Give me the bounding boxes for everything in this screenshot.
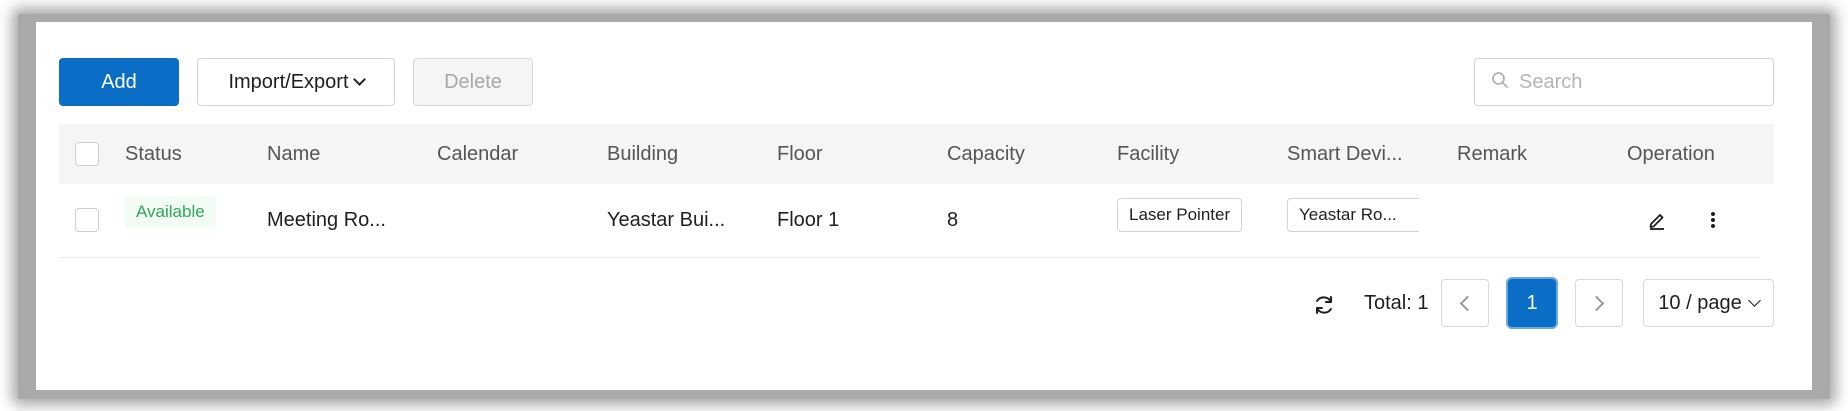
column-header-smart-device: Smart Devi...: [1287, 143, 1403, 165]
meeting-rooms-panel: Add Import/Export Delete Status Name Cal…: [36, 22, 1812, 390]
page-size-label: 10 / page: [1658, 291, 1742, 314]
cell-remark: [1457, 184, 1597, 256]
pagination-total: Total: 1: [1364, 292, 1429, 314]
page-size-select[interactable]: 10 / page: [1643, 279, 1774, 327]
add-button-label: Add: [101, 70, 137, 93]
current-page-number: 1: [1526, 291, 1538, 314]
cell-capacity: 8: [947, 209, 959, 231]
chevron-down-icon: [1747, 293, 1761, 307]
column-header-building: Building: [607, 143, 679, 165]
select-all-checkbox[interactable]: [75, 142, 99, 166]
refresh-icon[interactable]: [1312, 293, 1336, 317]
column-header-facility: Facility: [1117, 143, 1180, 165]
search-icon: [1491, 71, 1509, 94]
add-button[interactable]: Add: [59, 58, 179, 106]
next-page-button[interactable]: [1575, 279, 1623, 327]
cell-name: Meeting Ro...: [267, 209, 386, 231]
cell-calendar: [437, 184, 577, 256]
column-header-status: Status: [125, 143, 182, 165]
delete-button[interactable]: Delete: [413, 58, 533, 106]
facility-tag: Laser Pointer: [1117, 198, 1243, 232]
cell-floor: Floor 1: [777, 209, 840, 231]
table-header: Status Name Calendar Building Floor Capa…: [59, 124, 1774, 184]
edit-icon[interactable]: [1647, 210, 1667, 230]
table-row: Available Meeting Ro... Yeastar Bui... F…: [59, 184, 1760, 258]
delete-button-label: Delete: [444, 70, 502, 93]
column-header-name: Name: [267, 143, 321, 165]
search-box[interactable]: [1474, 58, 1774, 106]
chevron-right-icon: [1588, 295, 1605, 311]
import-export-dropdown[interactable]: Import/Export: [197, 58, 395, 106]
column-header-remark: Remark: [1457, 143, 1528, 165]
import-export-label: Import/Export: [228, 70, 349, 93]
row-checkbox[interactable]: [75, 208, 99, 232]
more-vertical-icon[interactable]: [1707, 210, 1719, 230]
column-header-floor: Floor: [777, 143, 823, 165]
column-header-calendar: Calendar: [437, 143, 519, 165]
status-badge: Available: [125, 196, 216, 228]
cell-building: Yeastar Bui...: [607, 209, 726, 231]
column-header-capacity: Capacity: [947, 143, 1025, 165]
column-header-operation: Operation: [1627, 143, 1715, 165]
page-1-button[interactable]: 1: [1508, 279, 1556, 327]
previous-page-button[interactable]: [1441, 279, 1489, 327]
chevron-down-icon: [352, 72, 366, 86]
smart-device-tag: Yeastar Ro...: [1287, 198, 1419, 232]
chevron-left-icon: [1459, 295, 1476, 311]
search-input[interactable]: [1519, 70, 1759, 94]
